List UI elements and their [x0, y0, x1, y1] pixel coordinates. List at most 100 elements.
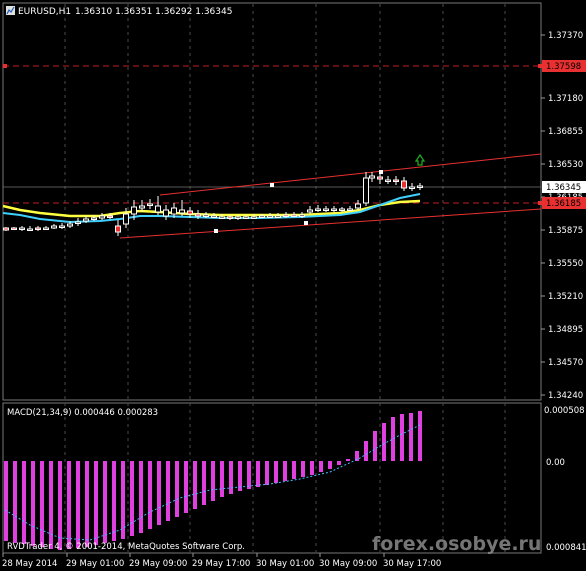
candle-body — [155, 205, 161, 213]
candle-body — [171, 207, 177, 215]
macd-bar — [211, 461, 215, 501]
candle-body — [243, 216, 249, 219]
time-tick-label: 29 May 17:00 — [192, 559, 250, 569]
candle-body — [179, 209, 185, 214]
time-tick-label: 30 May 17:00 — [383, 559, 441, 569]
level-anchor[interactable] — [538, 201, 542, 205]
candle-body — [147, 203, 153, 206]
macd-bar — [283, 461, 287, 481]
macd-bar — [4, 461, 8, 541]
price-tick-label: 1.34570 — [548, 358, 583, 368]
candle-body — [393, 179, 399, 182]
macd-bar — [229, 461, 233, 494]
macd-bar — [139, 461, 143, 533]
macd-bar — [364, 441, 368, 461]
macd-bar — [67, 461, 71, 549]
macd-bar — [319, 461, 323, 472]
candle-body — [315, 208, 321, 211]
macd-bar — [148, 461, 152, 529]
candle-body — [91, 217, 97, 220]
candle-body — [363, 177, 369, 204]
candle-body — [131, 206, 137, 215]
candle-body — [99, 215, 105, 219]
price-axis[interactable]: 1.37370 1.37180 1.36855 1.36530 1.36185 1.358… — [541, 31, 583, 401]
macd-bar — [346, 459, 350, 461]
candle-body — [347, 208, 353, 211]
level-anchor[interactable] — [538, 64, 542, 68]
candle-body — [307, 209, 313, 213]
candle-body — [187, 210, 193, 215]
candle-body — [409, 186, 415, 189]
candle-body — [139, 205, 145, 209]
candle-body — [163, 209, 169, 217]
channel-anchor[interactable] — [304, 221, 308, 225]
macd-bar — [382, 423, 386, 461]
candle-body — [417, 185, 423, 188]
macd-bar — [256, 461, 260, 487]
macd-bar — [328, 461, 332, 469]
macd-bar — [265, 461, 269, 485]
candle-body — [67, 223, 73, 227]
channel-anchor[interactable] — [270, 183, 274, 187]
candle-body — [227, 216, 233, 219]
candle-body — [369, 175, 375, 179]
price-tick-label: 1.37370 — [548, 31, 583, 41]
candle-body — [35, 227, 41, 230]
chart-window[interactable]: EURUSD,H1 1.36310 1.36351 1.36292 1.3634… — [0, 0, 586, 571]
price-tick-label: 1.35875 — [548, 226, 583, 236]
time-tick-label: 30 May 09:00 — [319, 559, 377, 569]
candle-body — [377, 176, 383, 180]
price-tick-label: 1.34895 — [548, 325, 583, 335]
candle-body — [291, 214, 297, 217]
candle-body — [211, 215, 217, 218]
macd-bar — [157, 461, 161, 525]
time-tick-label: 29 May 01:00 — [66, 559, 124, 569]
macd-bar — [202, 461, 206, 505]
macd-bar — [112, 461, 116, 541]
macd-bar — [373, 431, 377, 461]
channel-anchor[interactable] — [214, 229, 218, 233]
candle-body — [219, 216, 225, 219]
candle-body — [115, 225, 121, 233]
macd-bar — [310, 461, 314, 475]
candle-body — [267, 215, 273, 218]
candle-body — [339, 208, 345, 211]
chart-header: EURUSD,H1 1.36310 1.36351 1.36292 1.3634… — [6, 6, 232, 17]
price-tick-label: 1.36530 — [548, 160, 583, 170]
candle-body — [401, 180, 407, 189]
macd-bar — [337, 461, 341, 465]
macd-bar — [418, 411, 422, 461]
candle-body — [331, 208, 337, 211]
candle-body — [259, 215, 265, 218]
candle-body — [323, 208, 329, 211]
macd-bar — [274, 461, 278, 483]
macd-bar — [220, 461, 224, 497]
level-anchor[interactable] — [3, 64, 7, 68]
candle-body — [355, 203, 361, 209]
macd-bar — [130, 461, 134, 536]
macd-bar — [400, 414, 404, 461]
price-tick-label: 1.34240 — [548, 391, 583, 401]
current-price-label: 1.36345 — [546, 183, 581, 193]
price-tick-label: 1.35210 — [548, 292, 583, 302]
candle-body — [51, 225, 57, 229]
time-axis[interactable]: 28 May 2014 29 May 01:00 29 May 09:00 29 Ma… — [2, 553, 441, 569]
macd-bar — [166, 461, 170, 521]
candle-body — [19, 227, 25, 230]
chart-symbol: EURUSD,H1 — [18, 7, 71, 17]
macd-bar — [58, 461, 62, 550]
macd-bar — [85, 461, 89, 547]
macd-bar — [103, 461, 107, 543]
candle-body — [43, 227, 49, 230]
price-tick-label: 1.36855 — [548, 127, 583, 137]
upper-level-label: 1.37598 — [546, 62, 581, 72]
candle-body — [11, 227, 17, 230]
macd-bar — [409, 413, 413, 461]
price-pane[interactable] — [2, 2, 542, 401]
macd-bar — [94, 461, 98, 545]
candle-body — [195, 213, 201, 217]
time-tick-label: 30 May 01:00 — [256, 559, 314, 569]
candle-body — [27, 228, 33, 231]
macd-pane[interactable] — [2, 402, 542, 554]
candle-body — [107, 215, 113, 218]
